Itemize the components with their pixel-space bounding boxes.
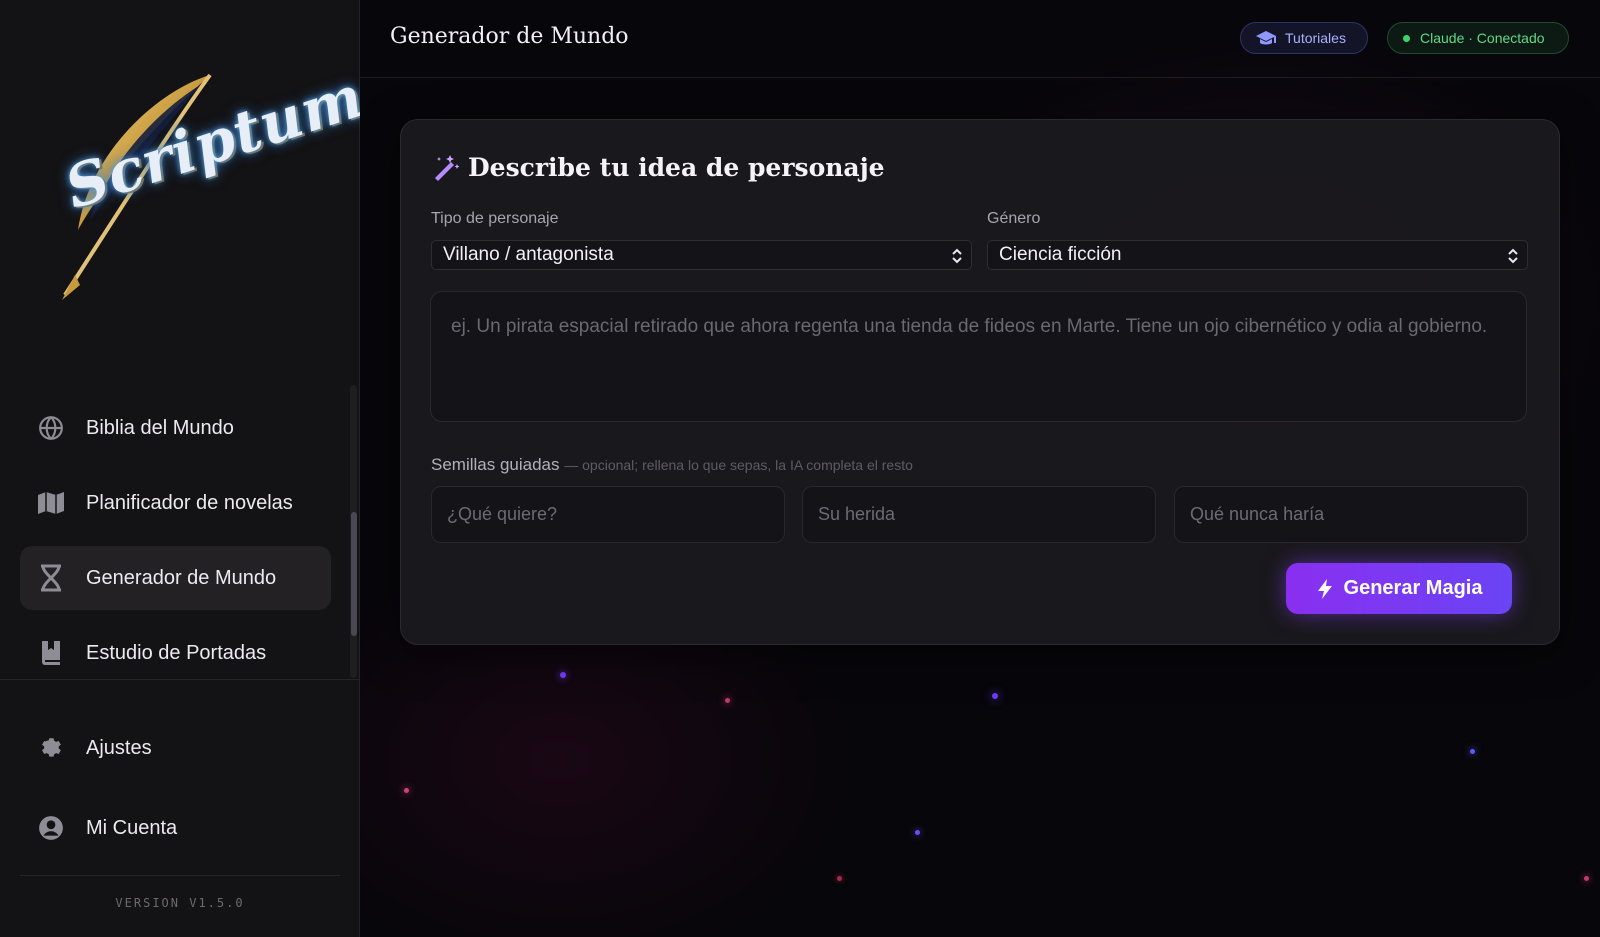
guided-seeds-hint: — opcional; rellena lo que sepas, la IA …	[564, 457, 913, 473]
book-icon	[36, 638, 66, 668]
magic-wand-icon	[435, 155, 460, 181]
tutorials-button[interactable]: Tutoriales	[1240, 22, 1368, 54]
graduation-cap-icon	[1256, 31, 1276, 45]
sidebar-item-novel-planner[interactable]: Planificador de novelas	[20, 471, 331, 535]
connection-status-badge[interactable]: Claude · Conectado	[1387, 22, 1569, 54]
tutorials-label: Tutoriales	[1285, 30, 1346, 46]
background-star	[560, 672, 566, 678]
sidebar-item-label: Generador de Mundo	[86, 566, 277, 589]
divider	[20, 875, 340, 876]
main-area: Generador de Mundo Tutoriales Claude · C…	[360, 0, 1600, 937]
connection-status-label: Claude · Conectado	[1420, 30, 1545, 46]
sidebar-item-label: Mi Cuenta	[86, 816, 178, 839]
globe-icon	[36, 413, 66, 443]
character-type-select[interactable]: Villano / antagonista	[431, 240, 972, 270]
background-star	[915, 830, 920, 835]
background-star	[837, 876, 842, 881]
gear-icon	[36, 733, 66, 763]
character-idea-textarea[interactable]: ej. Un pirata espacial retirado que ahor…	[430, 291, 1527, 422]
user-circle-icon	[36, 813, 66, 843]
page-title: Generador de Mundo	[390, 24, 629, 49]
sidebar-item-label: Ajustes	[86, 736, 152, 759]
status-dot-icon	[1403, 34, 1410, 42]
guided-seeds-title: Semillas guiadas	[431, 455, 560, 474]
genre-select[interactable]: Ciencia ficción	[987, 240, 1528, 270]
dna-icon	[36, 563, 66, 593]
sidebar-item-label: Planificador de novelas	[86, 491, 293, 514]
character-type-value: Villano / antagonista	[443, 244, 614, 265]
sidebar-item-label: Biblia del Mundo	[86, 416, 234, 439]
guided-seeds-label: Semillas guiadas — opcional; rellena lo …	[431, 455, 913, 475]
seed-never-input[interactable]: Qué nunca haría	[1174, 486, 1528, 543]
sidebar-item-account[interactable]: Mi Cuenta	[20, 796, 331, 860]
sidebar-item-settings[interactable]: Ajustes	[20, 716, 331, 780]
background-star	[404, 788, 409, 793]
generate-magic-button[interactable]: Generar Magia	[1286, 563, 1512, 614]
sidebar: Scriptum Biblia del Mundo Planificador d…	[0, 0, 372, 937]
top-bar: Generador de Mundo Tutoriales Claude · C…	[360, 0, 1600, 78]
background-star	[1584, 876, 1589, 881]
background-star	[1470, 749, 1475, 754]
map-icon	[36, 488, 66, 518]
genre-value: Ciencia ficción	[999, 244, 1122, 265]
background-star	[992, 693, 998, 699]
background-star	[725, 698, 730, 703]
chevron-updown-icon	[1508, 248, 1518, 264]
chevron-updown-icon	[952, 248, 962, 264]
sidebar-item-label: Estudio de Portadas	[86, 641, 267, 664]
sidebar-scrollbar-thumb[interactable]	[351, 512, 357, 636]
seed-want-input[interactable]: ¿Qué quiere?	[431, 486, 785, 543]
version-label: VERSION V1.5.0	[115, 896, 245, 910]
sidebar-item-world-bible[interactable]: Biblia del Mundo	[20, 396, 331, 460]
seed-wound-input[interactable]: Su herida	[802, 486, 1156, 543]
lightning-icon	[1317, 578, 1332, 599]
genre-label: Género	[987, 210, 1041, 227]
card-title: Describe tu idea de personaje	[468, 153, 885, 182]
divider	[0, 679, 360, 680]
character-type-label: Tipo de personaje	[431, 210, 559, 227]
sidebar-item-cover-studio[interactable]: Estudio de Portadas	[20, 621, 331, 685]
sidebar-item-world-generator[interactable]: Generador de Mundo	[20, 546, 331, 610]
generate-magic-label: Generar Magia	[1343, 577, 1483, 599]
